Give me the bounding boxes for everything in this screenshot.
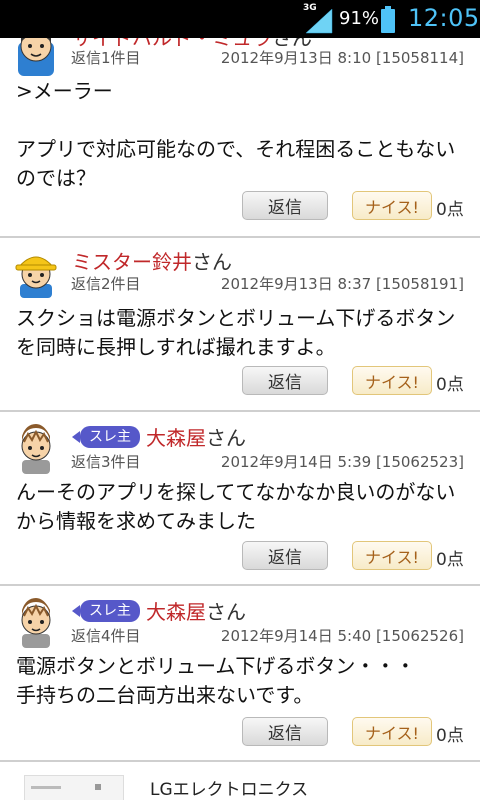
avatar xyxy=(21,598,51,648)
nice-button[interactable]: ナイス! xyxy=(352,541,432,570)
reply-index: 返信2件目 xyxy=(71,275,141,293)
clock: 12:05 xyxy=(408,4,480,32)
thumb-detail xyxy=(31,786,61,789)
nice-button[interactable]: ナイス! xyxy=(352,191,432,220)
reply-post-4: スレ主 大森屋 さん 返信4件目 2012年9月14日 5:40 [150625… xyxy=(0,586,480,760)
honorific: さん xyxy=(206,426,246,450)
avatar xyxy=(21,424,51,474)
honorific: さん xyxy=(206,600,246,624)
post-date: 2012年9月14日 5:39 [15062523] xyxy=(220,453,464,471)
thread-owner-label: スレ主 xyxy=(80,425,140,448)
reply-button[interactable]: 返信 xyxy=(242,541,328,570)
poster-name[interactable]: ミスター鈴井 xyxy=(72,246,192,275)
thread-owner-badge: スレ主 xyxy=(72,599,140,622)
nice-count: 0点 xyxy=(436,550,464,570)
divider xyxy=(0,760,480,762)
product-link[interactable]: LGエレクトロニクス xyxy=(0,763,480,800)
nice-button[interactable]: ナイス! xyxy=(352,717,432,746)
poster-name-row: ミスター鈴井 さん xyxy=(72,246,232,275)
post-body: 電源ボタンとボリューム下げるボタン・・・ 手持ちの二台両方出来ないです。 xyxy=(16,654,416,707)
nice-count: 0点 xyxy=(436,726,464,746)
reply-button[interactable]: 返信 xyxy=(242,366,328,395)
thread-owner-label: スレ主 xyxy=(80,599,140,622)
nice-button[interactable]: ナイス! xyxy=(352,366,432,395)
reply-post-3: スレ主 大森屋 さん 返信3件目 2012年9月14日 5:39 [150625… xyxy=(0,412,480,584)
reply-post-2: ミスター鈴井 さん 返信2件目 2012年9月13日 8:37 [1505819… xyxy=(0,238,480,410)
badge-tail xyxy=(72,430,80,443)
post-date: 2012年9月13日 8:10 [15058114] xyxy=(220,49,464,67)
post-body: んーそのアプリを探しててなかなか良いのがないから情報を求めてみました xyxy=(16,480,456,533)
poster-name-row: スレ主 大森屋 さん xyxy=(72,596,246,625)
post-date: 2012年9月13日 8:37 [15058191] xyxy=(220,275,464,293)
post-body: スクショは電源ボタンとボリューム下げるボタンを同時に長押しすれば撮れますよ。 xyxy=(16,306,456,359)
thread-feed[interactable]: サイドバルド・ミュラ さん 返信1件目 2012年9月13日 8:10 [150… xyxy=(0,0,480,800)
poster-name[interactable]: 大森屋 xyxy=(146,596,206,625)
signal-icon xyxy=(305,8,333,34)
post-body: >メーラー アプリで対応可能なので、それ程困ることもないのでは？ xyxy=(16,79,456,190)
battery-icon xyxy=(381,6,395,33)
thread-owner-badge: スレ主 xyxy=(72,425,140,448)
status-bar: 3G 91% 12:05 xyxy=(0,0,480,38)
reply-button[interactable]: 返信 xyxy=(242,717,328,746)
nice-count: 0点 xyxy=(436,200,464,220)
product-thumbnail xyxy=(24,775,124,800)
reply-button[interactable]: 返信 xyxy=(242,191,328,220)
reply-index: 返信4件目 xyxy=(71,627,141,645)
poster-name-row: スレ主 大森屋 さん xyxy=(72,422,246,451)
thumb-detail xyxy=(95,784,101,790)
reply-index: 返信3件目 xyxy=(71,453,141,471)
product-maker: LGエレクトロニクス xyxy=(150,780,309,800)
post-date: 2012年9月14日 5:40 [15062526] xyxy=(220,627,464,645)
avatar xyxy=(15,256,57,298)
nice-count: 0点 xyxy=(436,375,464,395)
badge-tail xyxy=(72,604,80,617)
battery-percent: 91% xyxy=(339,8,380,29)
poster-name[interactable]: 大森屋 xyxy=(146,422,206,451)
reply-index: 返信1件目 xyxy=(71,49,141,67)
honorific: さん xyxy=(192,250,232,274)
